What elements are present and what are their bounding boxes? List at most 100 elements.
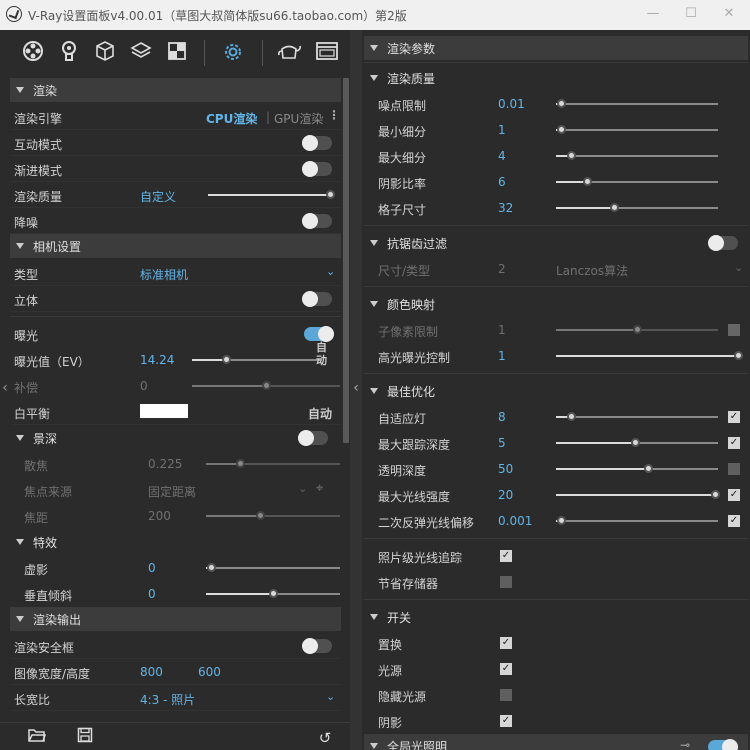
white-balance-auto-button[interactable]: 自动: [308, 405, 332, 422]
switch-row-label: 阴影: [378, 716, 403, 730]
quality-param-row-value[interactable]: 32: [498, 201, 513, 215]
optimization-param-row-value[interactable]: 50: [498, 462, 513, 476]
quality-param-row-label: 阴影比率: [378, 177, 427, 191]
aa-toggle[interactable]: [708, 235, 738, 251]
optimization-param-row-value[interactable]: 8: [498, 410, 506, 424]
light-bulb-icon[interactable]: [56, 40, 82, 66]
minimize-button[interactable]: —: [640, 4, 666, 24]
quality-slider[interactable]: [208, 190, 335, 199]
quality-section-header[interactable]: 渲染质量: [364, 65, 748, 91]
progressive-toggle[interactable]: [302, 161, 332, 177]
optimization-param-row-slider[interactable]: [556, 516, 718, 525]
image-height-value[interactable]: 600: [198, 665, 221, 679]
quality-param-row-slider[interactable]: [556, 125, 718, 134]
optimization-param-row-slider[interactable]: [556, 490, 720, 499]
teapot-render-icon[interactable]: [276, 40, 302, 66]
optimization-header[interactable]: 最佳优化: [364, 378, 748, 404]
safe-frame-toggle[interactable]: [302, 638, 332, 654]
gpu-render-option[interactable]: GPU渲染: [274, 110, 323, 127]
switch-row-checkbox[interactable]: ✓: [500, 663, 512, 675]
vignette-value[interactable]: 0: [148, 561, 156, 575]
effects-section-header[interactable]: 特效: [10, 529, 341, 555]
exposure-toggle[interactable]: [304, 326, 334, 342]
optimization-param-row-slider[interactable]: [556, 438, 718, 447]
engine-divider: |: [266, 110, 271, 124]
quality-param-row-value[interactable]: 1: [498, 123, 506, 137]
open-folder-icon[interactable]: [26, 727, 48, 749]
quality-param-row-value[interactable]: 6: [498, 175, 506, 189]
vertical-tilt-value[interactable]: 0: [148, 587, 156, 601]
camera-type-value[interactable]: 标准相机: [140, 266, 188, 283]
optimization-param-row-checkbox[interactable]: ✓: [728, 437, 740, 449]
close-button[interactable]: ✕: [716, 4, 742, 24]
cpu-render-option[interactable]: CPU渲染: [206, 110, 257, 127]
camera-section-header[interactable]: 相机设置: [10, 234, 341, 258]
cube-icon[interactable]: [92, 40, 118, 66]
reset-icon[interactable]: ↺: [314, 727, 336, 749]
highlight-slider[interactable]: [556, 351, 743, 360]
render-section-header[interactable]: 渲染: [10, 78, 341, 102]
interactive-toggle[interactable]: [302, 135, 332, 151]
quality-param-row-slider[interactable]: [556, 177, 718, 186]
interactive-label: 互动模式: [14, 138, 63, 152]
optimization-param-row-value[interactable]: 5: [498, 436, 506, 450]
maximize-button[interactable]: ☐: [678, 4, 704, 24]
save-icon[interactable]: [74, 727, 96, 749]
optimization-param-row-value[interactable]: 0.001: [498, 514, 532, 528]
optimization-param-row-checkbox[interactable]: ✓: [728, 515, 740, 527]
stereo-toggle[interactable]: [302, 291, 332, 307]
quality-param-row-slider[interactable]: [556, 99, 718, 108]
optimization-param-row-checkbox[interactable]: [728, 463, 740, 475]
save-memory-row: 节省存储器: [364, 569, 748, 595]
optimization-param-row-slider[interactable]: [556, 412, 718, 421]
ev-auto-button[interactable]: 自 动: [316, 341, 327, 367]
optimization-param-row-slider[interactable]: [556, 464, 718, 473]
ev-slider[interactable]: [192, 355, 322, 364]
layers-icon[interactable]: [128, 40, 154, 66]
white-balance-swatch[interactable]: [140, 404, 188, 418]
photon-checkbox[interactable]: ✓: [500, 550, 512, 562]
chevron-down-icon[interactable]: ⌄: [326, 265, 335, 278]
quality-param-row-slider[interactable]: [556, 203, 718, 212]
settings-gear-icon[interactable]: [220, 40, 246, 66]
quality-param-row-value[interactable]: 0.01: [498, 97, 525, 111]
aspect-value[interactable]: 4:3 - 照片: [140, 691, 195, 708]
image-width-value[interactable]: 800: [140, 665, 163, 679]
left-scrollbar-thumb[interactable]: [343, 78, 349, 443]
collapse-right-icon[interactable]: ‹: [351, 380, 361, 396]
collapse-left-icon[interactable]: ‹: [0, 380, 10, 396]
quality-param-row-slider[interactable]: [556, 151, 718, 160]
dof-section-header[interactable]: 景深: [10, 425, 341, 451]
vertical-tilt-slider[interactable]: [206, 589, 340, 598]
switch-row-checkbox[interactable]: [500, 689, 512, 701]
denoise-toggle[interactable]: [302, 213, 332, 229]
output-section-header[interactable]: 渲染输出: [10, 607, 341, 631]
gi-settings-icon[interactable]: ⊸: [680, 738, 690, 750]
more-options-icon[interactable]: ⋮: [328, 108, 340, 122]
switch-row-checkbox[interactable]: ✓: [500, 715, 512, 727]
gi-toggle[interactable]: [708, 739, 738, 750]
gi-section-header[interactable]: 全局光照明 ⊸: [364, 734, 748, 750]
right-scroll-area[interactable]: 渲染参数 渲染质量 噪点限制 0.01 最小细分 1 最大细分 4 阴影比率 6 格子尺寸 32 …: [364, 36, 748, 750]
optimization-param-row-checkbox[interactable]: ✓: [728, 411, 740, 423]
vignette-slider[interactable]: [206, 563, 340, 572]
optimization-param-row-checkbox[interactable]: ✓: [728, 489, 740, 501]
switch-row-checkbox[interactable]: ✓: [500, 637, 512, 649]
texture-icon[interactable]: [164, 40, 190, 66]
quality-param-row-value[interactable]: 4: [498, 149, 506, 163]
optimization-param-row-value[interactable]: 20: [498, 488, 513, 502]
left-scroll-area[interactable]: 渲染 渲染引擎 CPU渲染 | GPU渲染 ⋮ 互动模式 渐进模式 渲染质量 自…: [10, 78, 341, 723]
ev-value[interactable]: 14.24: [140, 353, 174, 367]
highlight-value[interactable]: 1: [498, 349, 506, 363]
chevron-down-icon[interactable]: ⌄: [326, 690, 335, 703]
aa-section-header[interactable]: 抗锯齿过滤: [364, 230, 748, 256]
render-params-header[interactable]: 渲染参数: [364, 36, 748, 60]
render-settings-icon[interactable]: [20, 40, 46, 66]
safe-frame-row: 渲染安全框: [10, 633, 341, 659]
dof-toggle[interactable]: [298, 430, 328, 446]
frame-buffer-icon[interactable]: [314, 40, 340, 66]
switch-row: 阴影 ✓: [364, 708, 748, 734]
save-memory-checkbox[interactable]: [500, 576, 512, 588]
color-mapping-header[interactable]: 颜色映射: [364, 291, 748, 317]
switches-header[interactable]: 开关: [364, 604, 748, 630]
